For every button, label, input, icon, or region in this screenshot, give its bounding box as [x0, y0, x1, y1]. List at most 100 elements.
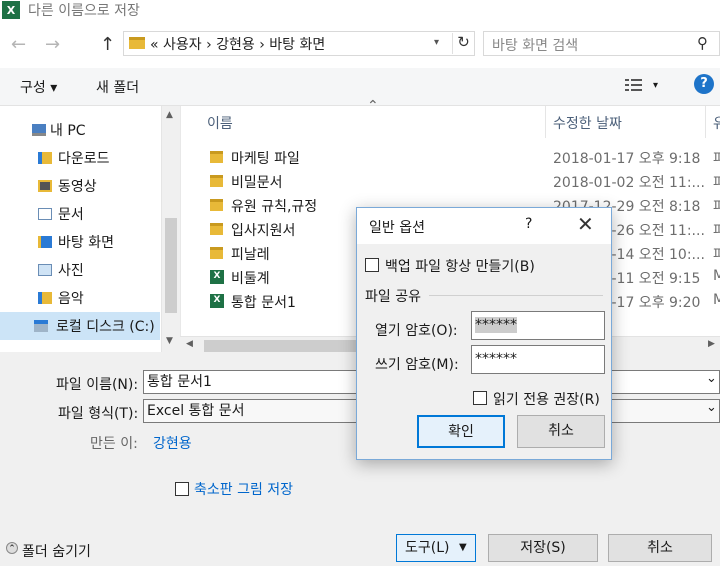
sidebar-item-documents[interactable]: 문서: [0, 200, 160, 228]
navigation-pane: 내 PC 다운로드 동영상 문서 바탕 화면 사진 음악 로컬 디스크 (C:): [0, 106, 180, 352]
tools-button[interactable]: 도구(L) ▼: [396, 534, 476, 562]
share-section-label: 파일 공유: [365, 289, 421, 305]
filetype-dropdown-icon[interactable]: ⌄: [706, 400, 717, 415]
write-password-value: ******: [475, 351, 517, 367]
dialog-cancel-button[interactable]: 취소: [517, 415, 605, 448]
music-folder-icon: [38, 292, 52, 304]
view-options-icon[interactable]: [625, 78, 643, 93]
file-row[interactable]: 비밀문서 2018-01-02 오전 11:... 파: [205, 170, 720, 194]
write-password-label: 쓰기 암호(M):: [375, 357, 459, 373]
file-name: 마케팅 파일: [231, 151, 300, 167]
divider: [429, 295, 603, 296]
file-row[interactable]: 마케팅 파일 2018-01-17 오후 9:18 파: [205, 146, 720, 170]
scroll-thumb[interactable]: [165, 218, 177, 313]
author-value[interactable]: 강현용: [153, 433, 192, 453]
sidebar-item-local-disk[interactable]: 로컬 디스크 (C:): [0, 312, 160, 340]
excel-file-icon: X: [210, 270, 224, 284]
file-date: 2018-01-17 오후 9:18: [553, 151, 701, 167]
sidebar-item-label: 로컬 디스크 (C:): [56, 319, 155, 335]
address-bar[interactable]: « 사용자 › 강현용 › 바탕 화면 ▾ ↻: [123, 31, 475, 56]
scroll-thumb[interactable]: [204, 340, 374, 352]
scroll-up-icon[interactable]: ▲: [166, 110, 173, 120]
help-icon[interactable]: ?: [694, 74, 714, 94]
sidebar-item-downloads[interactable]: 다운로드: [0, 144, 160, 172]
excel-file-icon: X: [210, 294, 224, 308]
save-button[interactable]: 저장(S): [488, 534, 598, 562]
sidebar-item-this-pc[interactable]: 내 PC: [0, 116, 160, 144]
back-icon[interactable]: ←: [11, 34, 26, 55]
sidebar-item-pictures[interactable]: 사진: [0, 256, 160, 284]
view-dropdown-icon[interactable]: ▾: [653, 80, 658, 91]
cancel-button[interactable]: 취소: [608, 534, 712, 562]
drive-icon: [34, 320, 48, 332]
pictures-folder-icon: [38, 264, 52, 276]
refresh-icon[interactable]: ↻: [452, 33, 474, 54]
tools-label: 도구(L): [405, 540, 450, 556]
search-input[interactable]: 바탕 화면 검색 ⚲: [483, 31, 720, 56]
documents-folder-icon: [38, 208, 52, 220]
column-header-type[interactable]: 유: [713, 113, 720, 133]
filename-value: 통합 문서1: [147, 374, 212, 390]
ok-button[interactable]: 확인: [417, 415, 505, 448]
new-folder-button[interactable]: 새 폴더: [96, 77, 139, 97]
folder-icon: [210, 247, 223, 259]
filetype-value: Excel 통합 문서: [147, 403, 245, 419]
open-password-label: 열기 암호(O):: [375, 323, 458, 339]
close-icon[interactable]: ✕: [577, 212, 594, 236]
file-type: 파: [713, 151, 720, 167]
up-icon[interactable]: ↑: [100, 34, 115, 55]
sidebar-item-videos[interactable]: 동영상: [0, 172, 160, 200]
folder-icon: [210, 199, 223, 211]
excel-icon: X: [2, 1, 20, 19]
scroll-down-icon[interactable]: ▼: [166, 336, 173, 346]
column-divider[interactable]: [545, 106, 546, 138]
address-dropdown-icon[interactable]: ▾: [434, 37, 439, 48]
readonly-checkbox[interactable]: [473, 391, 487, 405]
dialog-title: 일반 옵션: [369, 220, 425, 236]
thumbnail-checkbox[interactable]: [175, 482, 189, 496]
file-name: 피날레: [231, 247, 270, 263]
scroll-right-icon[interactable]: ▶: [708, 339, 715, 349]
write-password-input[interactable]: ******: [471, 345, 605, 374]
folder-icon: [210, 223, 223, 235]
sidebar-item-music[interactable]: 음악: [0, 284, 160, 312]
file-type: M: [713, 268, 720, 284]
file-name: 유원 규칙,규정: [231, 199, 318, 215]
download-folder-icon: [38, 152, 52, 164]
thumbnail-label[interactable]: 축소판 그림 저장: [194, 479, 293, 499]
filename-dropdown-icon[interactable]: ⌄: [706, 371, 717, 386]
folder-icon: [210, 151, 223, 163]
sidebar-item-desktop[interactable]: 바탕 화면: [0, 228, 160, 256]
title-bar: X 다른 이름으로 저장: [0, 0, 720, 22]
column-header-name[interactable]: 이름: [207, 113, 233, 133]
toolbar: 구성 ▾ 새 폴더 ▾ ?: [0, 68, 720, 106]
sidebar-scrollbar[interactable]: ▲ ▼: [161, 106, 180, 352]
open-password-input[interactable]: ******: [471, 311, 605, 340]
sidebar-item-label: 사진: [58, 263, 84, 279]
column-divider[interactable]: [705, 106, 706, 138]
file-name: 입사지원서: [231, 223, 296, 239]
file-type: 파: [713, 199, 720, 215]
dialog-help-icon[interactable]: ?: [525, 216, 532, 232]
file-name: 통합 문서1: [231, 295, 296, 311]
file-type: 파: [713, 175, 720, 191]
author-label: 만든 이:: [90, 436, 138, 452]
hide-folders-icon[interactable]: ⌃: [6, 542, 18, 554]
forward-icon[interactable]: →: [45, 34, 60, 55]
filetype-label: 파일 형식(T):: [58, 406, 139, 422]
readonly-label[interactable]: 읽기 전용 권장(R): [493, 389, 600, 409]
column-header-modified[interactable]: 수정한 날짜: [553, 113, 622, 133]
sort-arrow-icon: ⌃: [367, 98, 379, 114]
scroll-left-icon[interactable]: ◀: [186, 339, 193, 349]
pc-icon: [32, 124, 46, 136]
file-date: 2018-01-02 오전 11:...: [553, 175, 705, 191]
general-options-dialog: 일반 옵션 ? ✕ 백업 파일 항상 만들기(B) 파일 공유 열기 암호(O)…: [356, 207, 612, 460]
sidebar-item-label: 바탕 화면: [58, 235, 114, 251]
hide-folders-button[interactable]: 폴더 숨기기: [22, 541, 91, 561]
search-icon[interactable]: ⚲: [697, 34, 708, 52]
backup-label[interactable]: 백업 파일 항상 만들기(B): [385, 256, 535, 276]
backup-checkbox[interactable]: [365, 258, 379, 272]
dialog-body: 백업 파일 항상 만들기(B) 파일 공유 열기 암호(O): ****** 쓰…: [357, 244, 611, 459]
breadcrumb[interactable]: « 사용자 › 강현용 › 바탕 화면: [150, 34, 325, 54]
organize-button[interactable]: 구성 ▾: [20, 77, 57, 97]
